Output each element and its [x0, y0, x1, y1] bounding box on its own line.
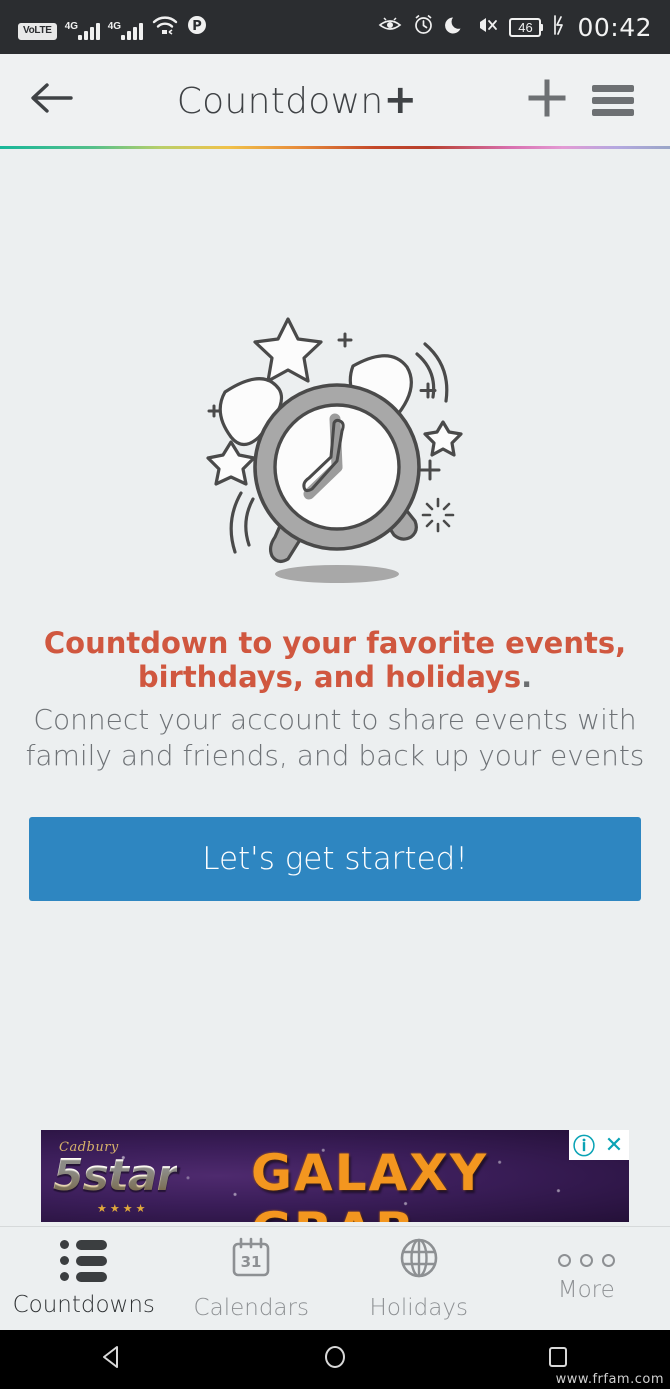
network-type-label-2: 4G — [107, 20, 122, 32]
back-arrow-icon — [29, 79, 75, 122]
alarm-clock-icon — [413, 14, 434, 40]
status-bar: VoLTE 4G 4G P 46 00:42 — [0, 0, 670, 54]
menu-button[interactable] — [580, 80, 646, 121]
hamburger-menu-icon — [592, 80, 634, 121]
android-navigation-bar: www.frfam.com — [0, 1330, 670, 1389]
status-bar-right: 46 00:42 — [378, 13, 652, 42]
android-home-button[interactable] — [275, 1342, 395, 1377]
ad-stars-decoration: ★★★★ — [97, 1203, 149, 1215]
app-bar: Countdown+ — [0, 54, 670, 146]
back-button[interactable] — [24, 79, 80, 122]
bottom-tab-bar: Countdowns 31 Calendars Holidays More — [0, 1226, 670, 1330]
tab-countdowns[interactable]: Countdowns — [0, 1227, 168, 1330]
calendar-day-number: 31 — [241, 1253, 262, 1271]
empty-state-subtext: Connect your account to share events wit… — [25, 703, 645, 773]
ad-product-name: 5star — [53, 1150, 178, 1201]
wifi-icon — [152, 15, 178, 40]
ad-close-icon[interactable]: ✕ — [599, 1130, 629, 1160]
battery-indicator: 46 — [509, 17, 544, 37]
calendar-31-icon: 31 — [229, 1236, 273, 1285]
android-back-icon — [97, 1342, 127, 1377]
list-icon — [60, 1239, 108, 1282]
signal-strength-icon-1: 4G — [64, 20, 100, 40]
android-back-button[interactable] — [52, 1342, 172, 1377]
empty-state-content: Countdown to your favorite events, birth… — [0, 149, 670, 1126]
status-bar-left: VoLTE 4G 4G P — [18, 15, 378, 40]
p-circle-icon: P — [187, 15, 207, 40]
tab-calendars-label: Calendars — [193, 1295, 309, 1321]
network-type-label-1: 4G — [64, 20, 79, 32]
three-dots-icon — [557, 1254, 615, 1267]
signal-strength-icon-2: 4G — [107, 20, 143, 40]
moon-do-not-disturb-icon — [445, 15, 465, 40]
ad-info-icon[interactable]: ⓘ — [569, 1130, 599, 1160]
watermark: www.frfam.com — [555, 1372, 664, 1387]
headline-text: Countdown to your favorite events, birth… — [43, 626, 627, 695]
plus-icon — [525, 76, 569, 125]
ad-banner-container: Cadbury 5star ★★★★ GALAXY GRAB ⓘ ✕ — [0, 1126, 670, 1226]
page-title-text: Countdown — [176, 81, 384, 122]
status-bar-clock: 00:42 — [577, 12, 652, 42]
empty-state-headline: Countdown to your favorite events, birth… — [35, 626, 635, 694]
add-countdown-button[interactable] — [514, 76, 580, 125]
page-title: Countdown+ — [80, 77, 514, 123]
ad-controls: ⓘ ✕ — [569, 1130, 629, 1160]
page-title-plus: + — [383, 77, 418, 123]
headline-period: . — [521, 660, 533, 695]
get-started-button[interactable]: Let's get started! — [29, 817, 641, 902]
ad-banner[interactable]: Cadbury 5star ★★★★ GALAXY GRAB ⓘ ✕ — [41, 1130, 629, 1222]
svg-text:P: P — [192, 19, 202, 34]
eye-comfort-icon — [378, 16, 402, 39]
android-home-icon — [320, 1342, 350, 1377]
globe-icon — [397, 1236, 441, 1285]
tab-more-label: More — [557, 1277, 615, 1303]
tab-countdowns-label: Countdowns — [12, 1291, 155, 1318]
mute-bell-icon — [476, 15, 498, 40]
tab-calendars[interactable]: 31 Calendars — [168, 1227, 336, 1330]
volte-icon: VoLTE — [18, 23, 57, 40]
alarm-clock-illustration — [185, 309, 485, 594]
charging-bolt-icon — [552, 14, 566, 40]
tab-holidays-label: Holidays — [369, 1295, 468, 1321]
tab-more[interactable]: More — [503, 1227, 670, 1330]
tab-holidays[interactable]: Holidays — [335, 1227, 503, 1330]
